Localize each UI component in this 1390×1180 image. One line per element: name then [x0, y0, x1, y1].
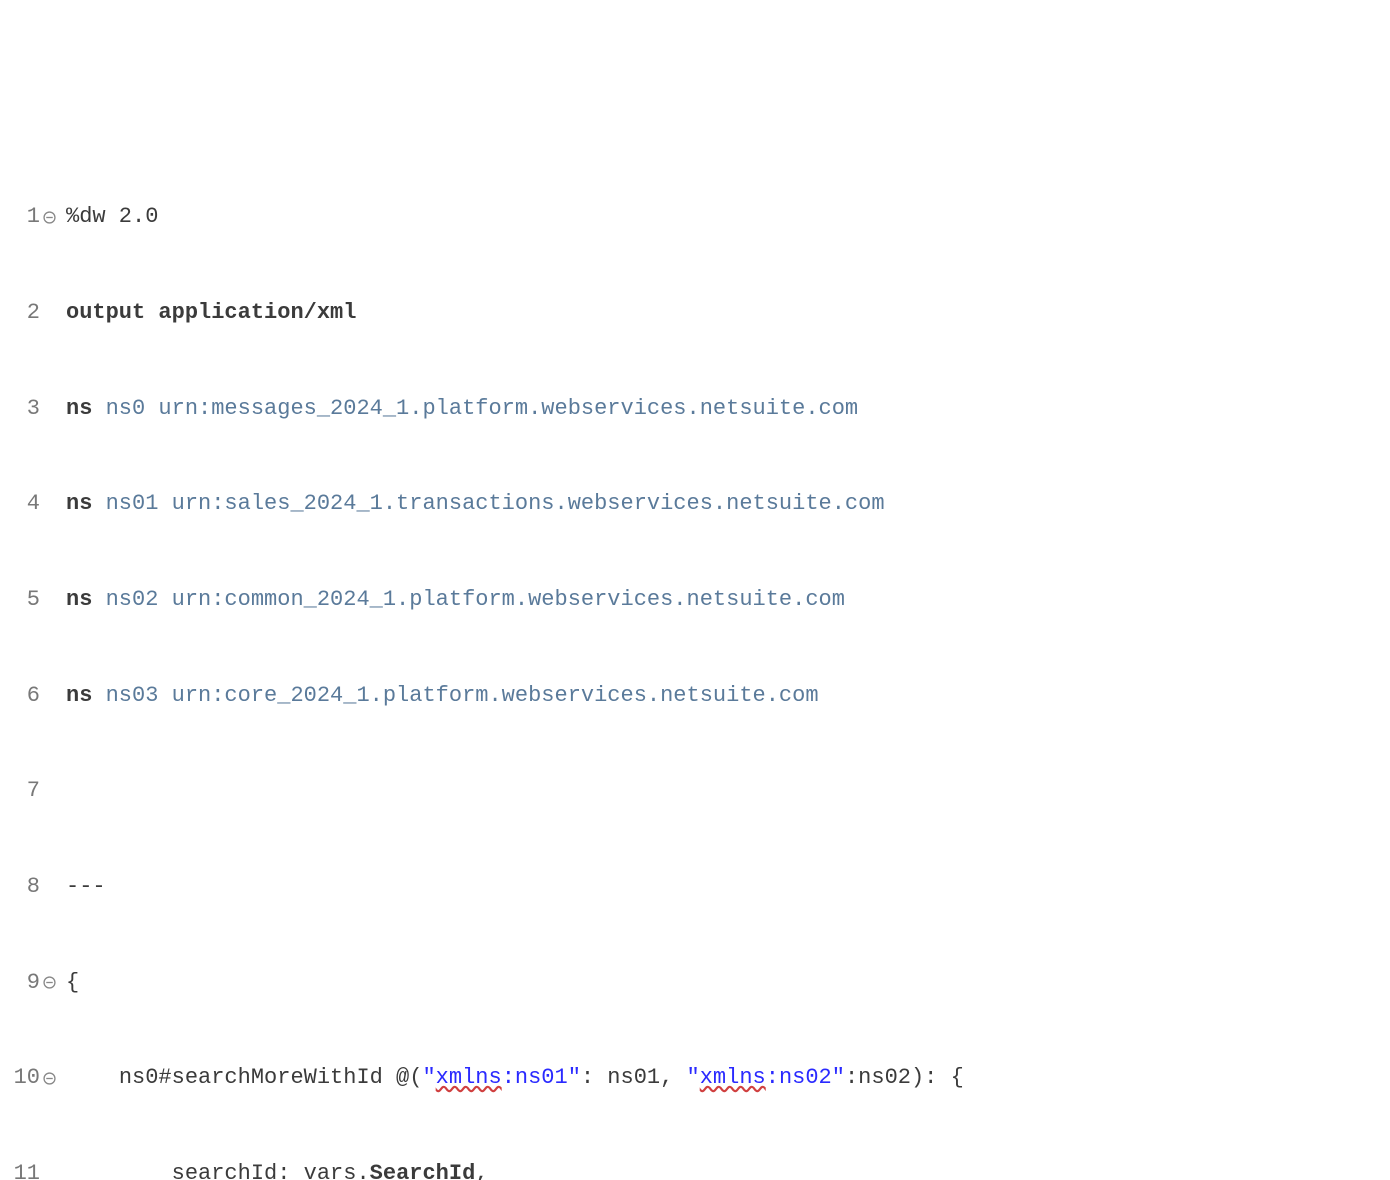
fold-spacer: [40, 488, 58, 520]
fold-spacer: [40, 775, 58, 807]
namespace-uri: urn:sales_2024_1.transactions.webservice…: [172, 488, 885, 520]
keyword: ns: [66, 680, 92, 712]
namespace-uri: urn:core_2024_1.platform.webservices.net…: [172, 680, 819, 712]
gutter-row: 6: [0, 680, 58, 712]
code-text: :ns02): {: [845, 1062, 964, 1094]
string-warn: xmlns: [700, 1062, 766, 1094]
namespace-uri: urn:messages_2024_1.platform.webservices…: [158, 393, 858, 425]
code-text: ,: [475, 1158, 488, 1180]
line-number: 6: [27, 680, 40, 712]
line-number: 9: [27, 967, 40, 999]
gutter-row: 2: [0, 297, 58, 329]
line-number: 4: [27, 488, 40, 520]
keyword: output: [66, 297, 145, 329]
fold-spacer: [40, 297, 58, 329]
code-text: ---: [66, 871, 106, 903]
string-text: :ns02": [766, 1062, 845, 1094]
code-text: searchId: vars.: [172, 1158, 370, 1180]
code-line: output application/xml: [66, 297, 964, 329]
code-text: ns03: [92, 680, 171, 712]
code-line: searchId: vars.SearchId,: [66, 1158, 964, 1180]
gutter: 1 2 3 4 5 6 7 8: [0, 138, 60, 1180]
gutter-row: 1: [0, 201, 58, 233]
code-text: ns02: [92, 584, 171, 616]
indent: [66, 1158, 172, 1180]
line-number: 7: [27, 775, 40, 807]
line-number: 11: [14, 1158, 40, 1180]
gutter-row: 7: [0, 775, 58, 807]
gutter-row: 3: [0, 393, 58, 425]
code-text: ns0: [92, 393, 158, 425]
code-text: {: [66, 967, 79, 999]
fold-spacer: [40, 680, 58, 712]
string-warn: xmlns: [436, 1062, 502, 1094]
code-editor: 1 2 3 4 5 6 7 8: [0, 138, 1390, 1180]
gutter-row: 5: [0, 584, 58, 616]
code-line: ---: [66, 871, 964, 903]
code-text: ns01: [92, 488, 171, 520]
gutter-row: 11: [0, 1158, 58, 1180]
line-number: 5: [27, 584, 40, 616]
gutter-row: 4: [0, 488, 58, 520]
fold-toggle-icon[interactable]: [40, 201, 58, 233]
code-line: ns ns0 urn:messages_2024_1.platform.webs…: [66, 393, 964, 425]
line-number: 3: [27, 393, 40, 425]
code-text: ns0#searchMoreWithId @(: [119, 1062, 423, 1094]
fold-spacer: [40, 584, 58, 616]
code-text: [145, 297, 158, 329]
indent: [66, 1062, 119, 1094]
fold-toggle-icon[interactable]: [40, 967, 58, 999]
line-number: 1: [27, 201, 40, 233]
keyword: ns: [66, 584, 92, 616]
code-line: [66, 775, 964, 807]
keyword: ns: [66, 488, 92, 520]
fold-spacer: [40, 871, 58, 903]
line-number: 8: [27, 871, 40, 903]
string-text: :ns01": [502, 1062, 581, 1094]
string-quote: ": [687, 1062, 700, 1094]
namespace-uri: urn:common_2024_1.platform.webservices.n…: [172, 584, 845, 616]
code-line: ns0#searchMoreWithId @("xmlns:ns01": ns0…: [66, 1062, 964, 1094]
code-text: application/xml: [158, 297, 356, 329]
keyword: ns: [66, 393, 92, 425]
fold-toggle-icon[interactable]: [40, 1062, 58, 1094]
code-text: %dw 2.0: [66, 201, 158, 233]
code-area[interactable]: %dw 2.0 output application/xml ns ns0 ur…: [60, 138, 964, 1180]
line-number: 2: [27, 297, 40, 329]
line-number: 10: [14, 1062, 40, 1094]
code-line: ns ns02 urn:common_2024_1.platform.webse…: [66, 584, 964, 616]
code-line: %dw 2.0: [66, 201, 964, 233]
fold-spacer: [40, 1158, 58, 1180]
code-line: {: [66, 967, 964, 999]
fold-spacer: [40, 393, 58, 425]
identifier: SearchId: [370, 1158, 476, 1180]
string-quote: ": [422, 1062, 435, 1094]
gutter-row: 8: [0, 871, 58, 903]
gutter-row: 10: [0, 1062, 58, 1094]
code-line: ns ns01 urn:sales_2024_1.transactions.we…: [66, 488, 964, 520]
gutter-row: 9: [0, 967, 58, 999]
code-line: ns ns03 urn:core_2024_1.platform.webserv…: [66, 680, 964, 712]
code-text: : ns01,: [581, 1062, 687, 1094]
